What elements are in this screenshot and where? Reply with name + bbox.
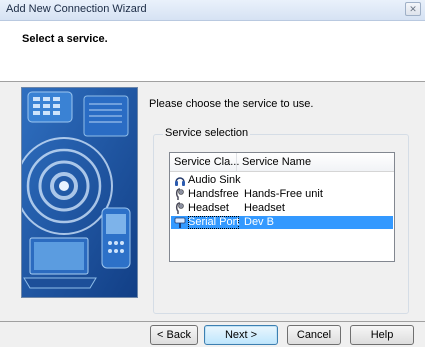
service-name: Hands-Free unit <box>244 188 323 200</box>
service-name: Headset <box>244 202 285 214</box>
page-title: Select a service. <box>22 33 108 45</box>
list-item-serial-port[interactable]: Serial Port Dev B <box>171 216 393 229</box>
service-class: Headset <box>188 202 229 214</box>
instruction-text: Please choose the service to use. <box>149 98 314 110</box>
cancel-button[interactable]: Cancel <box>287 325 341 345</box>
close-icon: ✕ <box>409 4 417 14</box>
next-button[interactable]: Next > <box>204 325 278 345</box>
list-item-handsfree[interactable]: Handsfree Hands-Free unit <box>171 188 393 201</box>
list-item-headset[interactable]: Headset Headset <box>171 202 393 215</box>
list-header: Service Cla... Service Name <box>170 153 394 172</box>
service-class: Audio Sink <box>188 174 241 186</box>
help-button[interactable]: Help <box>350 325 414 345</box>
title-bar: Add New Connection Wizard ✕ <box>0 0 425 21</box>
headphones-icon <box>175 177 185 186</box>
close-button[interactable]: ✕ <box>405 2 421 16</box>
bluetooth-devices-illustration <box>22 88 137 297</box>
service-name: Dev B <box>244 216 274 228</box>
headset-icon <box>175 188 184 200</box>
window-title: Add New Connection Wizard <box>6 3 147 15</box>
service-class: Handsfree <box>188 188 239 200</box>
list-item-audio-sink[interactable]: Audio Sink <box>171 174 393 187</box>
headset-icon <box>175 202 184 214</box>
column-header-service-class[interactable]: Service Cla... <box>174 156 239 168</box>
back-button[interactable]: < Back <box>150 325 198 345</box>
wizard-illustration <box>21 87 138 298</box>
wizard-header: Select a service. <box>0 21 425 82</box>
service-class: Serial Port <box>188 216 240 228</box>
column-divider[interactable] <box>236 153 237 171</box>
service-list[interactable]: Service Cla... Service Name Audio Sink H… <box>169 152 395 262</box>
serial-port-icon <box>174 217 186 228</box>
column-header-service-name[interactable]: Service Name <box>242 156 311 168</box>
group-label: Service selection <box>163 127 251 139</box>
